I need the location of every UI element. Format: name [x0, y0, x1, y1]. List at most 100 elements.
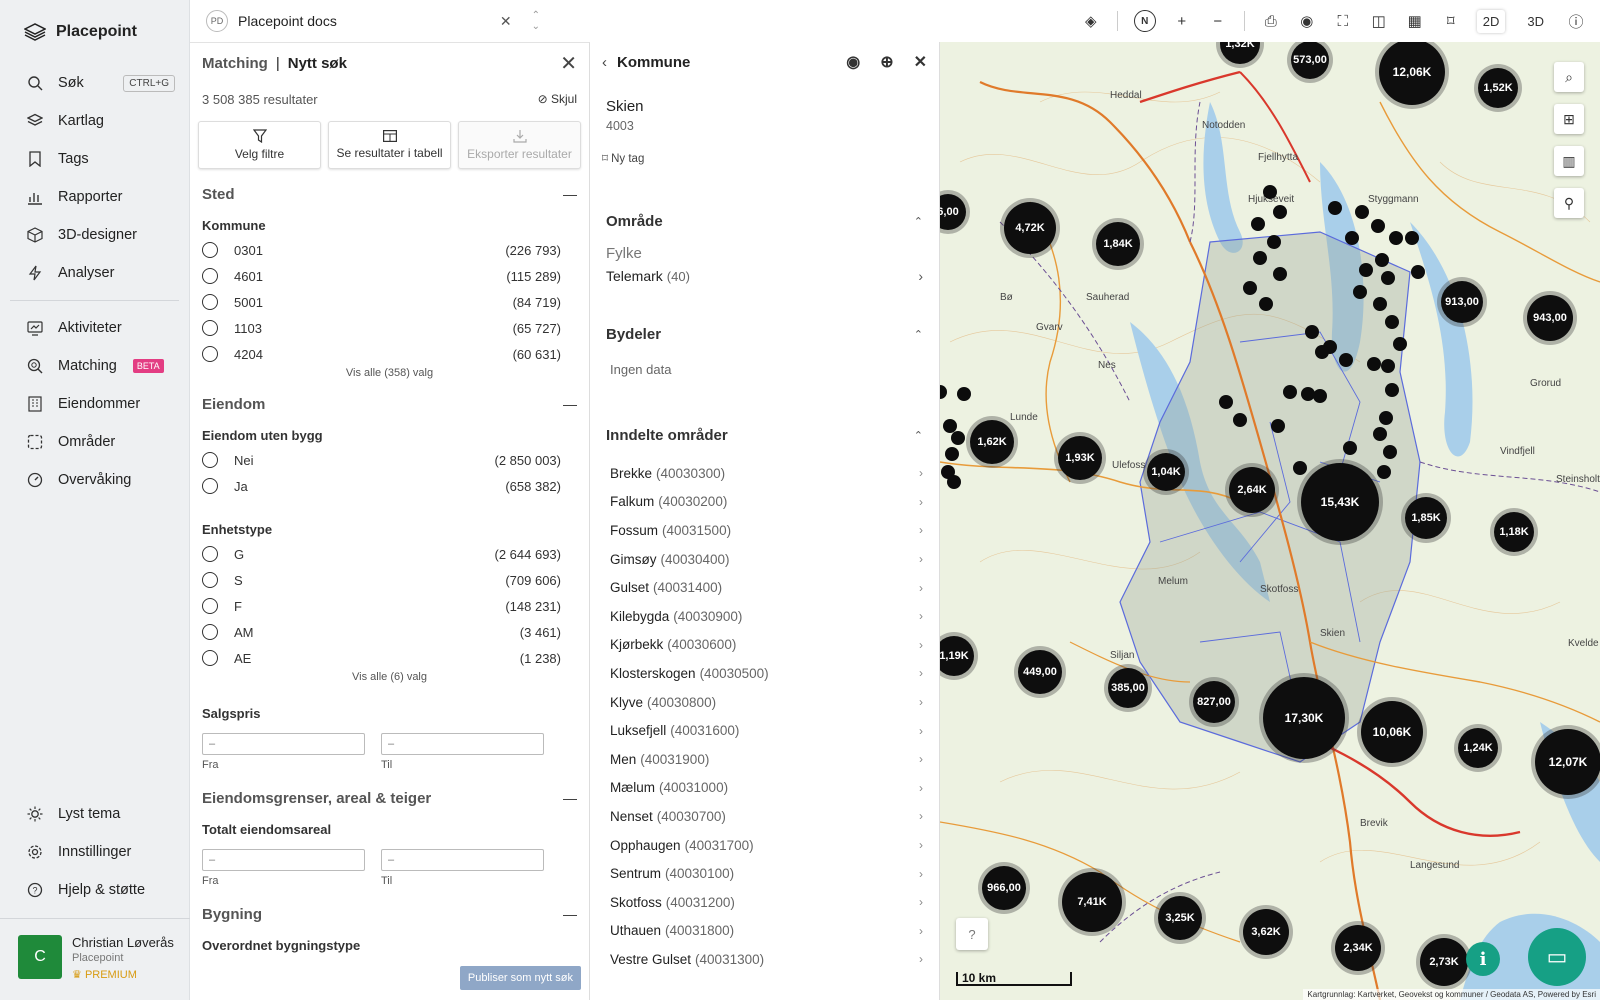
- point-marker[interactable]: [1219, 395, 1233, 409]
- area-row[interactable]: Nenset (40030700) ›: [590, 802, 939, 831]
- info-icon[interactable]: ⓘ: [1566, 11, 1586, 32]
- cluster-marker[interactable]: 1,52K: [1478, 68, 1518, 108]
- radio-button[interactable]: [202, 242, 218, 258]
- sidebar-item-omr-der[interactable]: Områder: [0, 423, 189, 461]
- fylke-row[interactable]: Telemark (40) ›: [590, 264, 939, 288]
- point-marker[interactable]: [1381, 271, 1395, 285]
- point-marker[interactable]: [1393, 337, 1407, 351]
- cluster-marker[interactable]: 7,41K: [1062, 872, 1122, 932]
- point-marker[interactable]: [1273, 267, 1287, 281]
- enhetstype-option[interactable]: G (2 644 693): [190, 541, 589, 567]
- point-marker[interactable]: [1367, 357, 1381, 371]
- layers-stack-icon[interactable]: ◈: [1081, 12, 1101, 30]
- sidebar-item-aktiviteter[interactable]: Aktiviteter: [0, 309, 189, 347]
- point-marker[interactable]: [1263, 185, 1277, 199]
- point-marker[interactable]: [1305, 325, 1319, 339]
- eye-icon[interactable]: ◉: [846, 52, 860, 72]
- section-sted[interactable]: Sted —: [190, 175, 589, 213]
- point-marker[interactable]: [1385, 383, 1399, 397]
- point-marker[interactable]: [947, 475, 961, 489]
- point-marker[interactable]: [1379, 411, 1393, 425]
- user-card[interactable]: C Christian Løverås Placepoint ♛ PREMIUM: [0, 918, 190, 1000]
- area-row[interactable]: Kjørbekk (40030600) ›: [590, 631, 939, 660]
- export-results-button[interactable]: Eksporter resultater: [458, 121, 581, 169]
- matching-crumb[interactable]: Matching: [202, 55, 268, 72]
- close-icon[interactable]: ✕: [560, 51, 577, 76]
- cluster-marker[interactable]: 1,62K: [970, 420, 1014, 464]
- area-row[interactable]: Uthauen (40031800) ›: [590, 917, 939, 946]
- point-marker[interactable]: [1273, 205, 1287, 219]
- point-marker[interactable]: [1271, 419, 1285, 433]
- up-down-chevron-icon[interactable]: ⌃ ⌄: [532, 10, 540, 32]
- point-marker[interactable]: [1381, 359, 1395, 373]
- sidebar-item-matching[interactable]: Matching BETA: [0, 347, 189, 385]
- radio-button[interactable]: [202, 546, 218, 562]
- cluster-marker[interactable]: 1,04K: [1147, 453, 1185, 491]
- cluster-marker[interactable]: 2,34K: [1335, 925, 1381, 971]
- show-table-button[interactable]: Se resultater i tabell: [328, 121, 451, 169]
- radio-button[interactable]: [202, 452, 218, 468]
- chevron-up-icon[interactable]: ⌃: [914, 328, 923, 341]
- cluster-marker[interactable]: 573,00: [1291, 42, 1329, 79]
- point-marker[interactable]: [1259, 297, 1273, 311]
- kommune-option[interactable]: 5001 (84 719): [190, 289, 589, 315]
- enhetstype-option[interactable]: S (709 606): [190, 567, 589, 593]
- fullscreen-icon[interactable]: ⛶: [1333, 13, 1353, 30]
- cluster-marker[interactable]: 2,64K: [1229, 467, 1275, 513]
- radio-button[interactable]: [202, 320, 218, 336]
- area-row[interactable]: Brekke (40030300) ›: [590, 459, 939, 488]
- area-row[interactable]: Falkum (40030200) ›: [590, 488, 939, 517]
- area-row[interactable]: Klosterskogen (40030500) ›: [590, 659, 939, 688]
- area-row[interactable]: Luksefjell (40031600) ›: [590, 716, 939, 745]
- cluster-marker[interactable]: 17,30K: [1263, 677, 1345, 759]
- area-row[interactable]: Vestre Gulset (40031300) ›: [590, 945, 939, 974]
- sidebar-item-eiendommer[interactable]: Eiendommer: [0, 385, 189, 423]
- chat-icon[interactable]: ▭: [1528, 928, 1586, 986]
- point-marker[interactable]: [1389, 231, 1403, 245]
- area-row[interactable]: Kilebygda (40030900) ›: [590, 602, 939, 631]
- cluster-marker[interactable]: 827,00: [1193, 681, 1235, 723]
- point-marker[interactable]: [1345, 231, 1359, 245]
- areal-from-input[interactable]: [202, 849, 365, 871]
- cluster-marker[interactable]: 12,07K: [1535, 729, 1600, 795]
- cluster-marker[interactable]: 3,62K: [1243, 909, 1289, 955]
- bydeler-section[interactable]: Bydeler ⌃: [590, 314, 939, 354]
- point-marker[interactable]: [1375, 253, 1389, 267]
- cluster-marker[interactable]: 913,00: [1441, 281, 1483, 323]
- mode-3d-button[interactable]: 3D: [1521, 10, 1550, 33]
- ruler-icon[interactable]: ⊞: [1554, 104, 1584, 134]
- cluster-marker[interactable]: 1,85K: [1405, 497, 1447, 539]
- crosshair-icon[interactable]: ⊕: [880, 52, 893, 72]
- radio-button[interactable]: [202, 294, 218, 310]
- areal-to-input[interactable]: [381, 849, 544, 871]
- compass-icon[interactable]: N: [1133, 10, 1156, 32]
- point-marker[interactable]: [1353, 285, 1367, 299]
- point-marker[interactable]: [957, 387, 971, 401]
- close-icon[interactable]: ✕: [914, 52, 927, 72]
- map-canvas[interactable]: Heddal Notodden Bø Sauherad Gvarv Nes Lunde Ule…: [940, 42, 1600, 1000]
- sidebar-item-tags[interactable]: Tags: [0, 140, 189, 178]
- point-marker[interactable]: [1339, 353, 1353, 367]
- point-marker[interactable]: [1283, 385, 1297, 399]
- cluster-marker[interactable]: 12,06K: [1379, 42, 1445, 105]
- point-marker[interactable]: [1343, 441, 1357, 455]
- radio-button[interactable]: [202, 624, 218, 640]
- point-marker[interactable]: [1315, 345, 1329, 359]
- point-marker[interactable]: [1371, 219, 1385, 233]
- collapse-icon[interactable]: —: [563, 186, 577, 202]
- area-row[interactable]: Fossum (40031500) ›: [590, 516, 939, 545]
- cluster-marker[interactable]: 2,73K: [1420, 938, 1468, 986]
- sidebar-item-innstillinger[interactable]: Innstillinger: [0, 833, 190, 871]
- enhetstype-option[interactable]: F (148 231): [190, 593, 589, 619]
- camera-icon[interactable]: ◫: [1369, 12, 1389, 30]
- enhetstype-show-all[interactable]: Vis alle (6) valg: [190, 671, 589, 689]
- point-marker[interactable]: [1293, 461, 1307, 475]
- point-marker[interactable]: [1405, 231, 1419, 245]
- radio-button[interactable]: [202, 268, 218, 284]
- sidebar-item-analyser[interactable]: Analyser: [0, 254, 189, 292]
- point-marker[interactable]: [1267, 235, 1281, 249]
- point-marker[interactable]: [1355, 205, 1369, 219]
- cluster-marker[interactable]: 449,00: [1018, 650, 1062, 694]
- enhetstype-option[interactable]: AE (1 238): [190, 645, 589, 671]
- enhetstype-option[interactable]: AM (3 461): [190, 619, 589, 645]
